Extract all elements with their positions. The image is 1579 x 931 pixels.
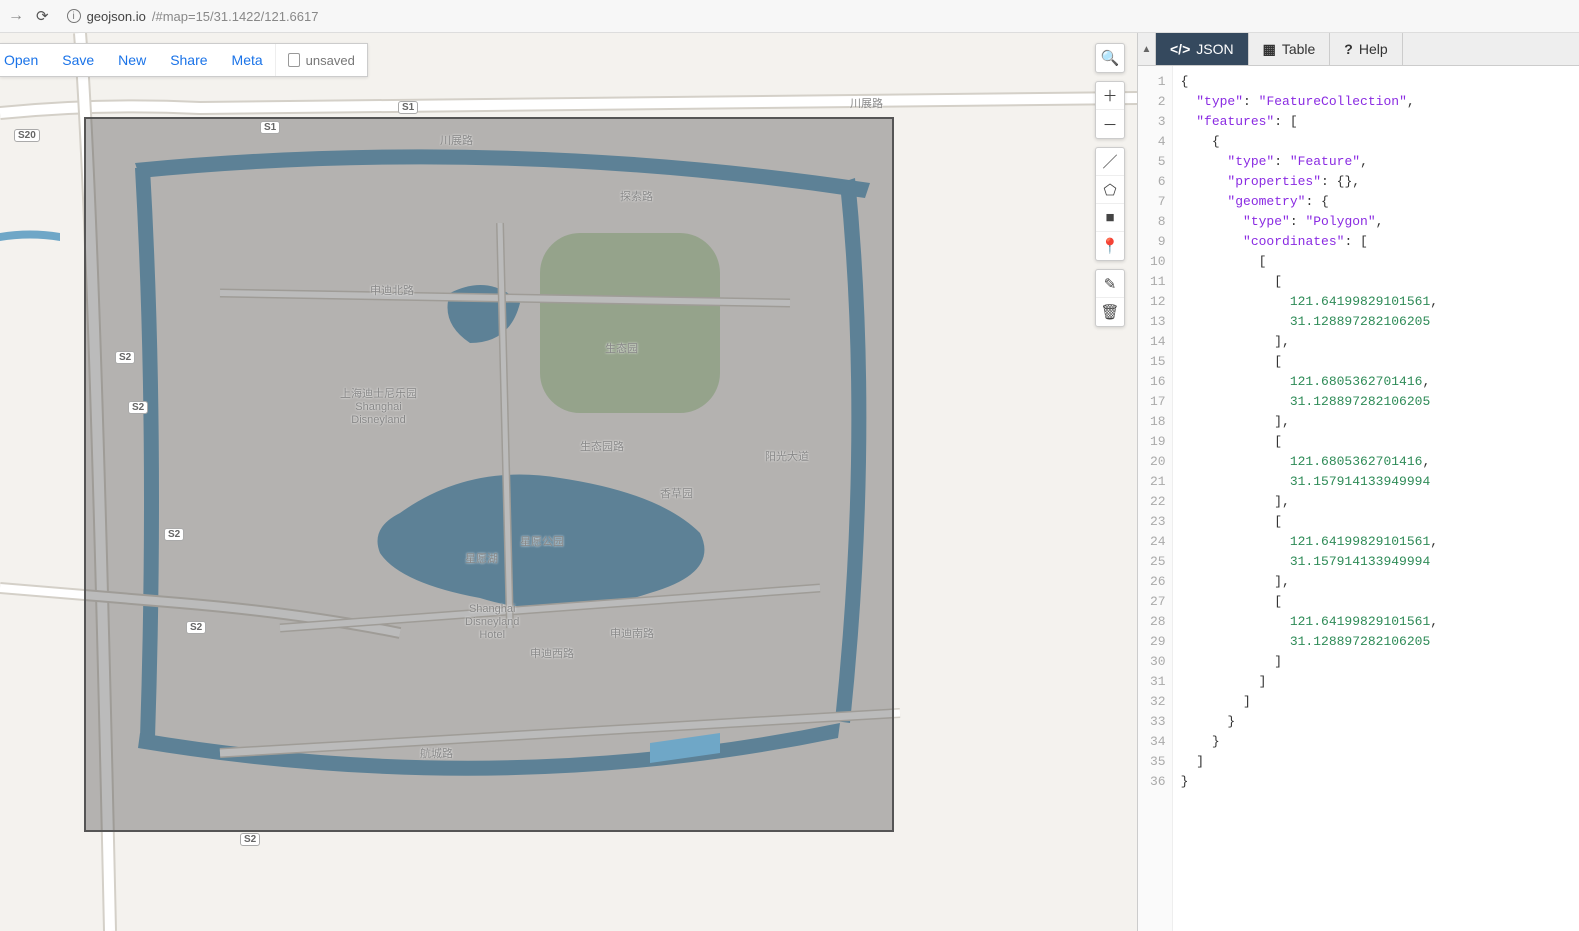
- draw-line-icon[interactable]: ／: [1096, 148, 1124, 176]
- route-badge-s2c: S2: [164, 528, 184, 541]
- forward-icon[interactable]: →: [8, 7, 26, 25]
- zoom-out-icon[interactable]: －: [1096, 110, 1124, 138]
- help-icon: ?: [1344, 41, 1353, 57]
- draw-polygon-icon[interactable]: ⬠: [1096, 176, 1124, 204]
- label-xingyuan: 星愿公园: [520, 536, 564, 549]
- menu-meta[interactable]: Meta: [220, 52, 275, 68]
- label-yangguang: 阳光大道: [765, 451, 809, 464]
- collapse-icon[interactable]: ▲: [1138, 33, 1156, 65]
- label-xiangcao: 香草园: [660, 488, 693, 501]
- route-badge-s2d: S2: [186, 621, 206, 634]
- delete-icon[interactable]: 🗑: [1096, 298, 1124, 326]
- route-badge-s1b: S1: [260, 121, 280, 134]
- route-badge-s2b: S2: [128, 401, 148, 414]
- label-xingyuanhu: 星愿湖: [465, 553, 498, 566]
- label-shendi-s: 申迪南路: [610, 628, 654, 641]
- label-shendi-n: 申迪北路: [370, 285, 414, 298]
- url-hash: /#map=15/31.1422/121.6617: [152, 9, 319, 24]
- menu-open[interactable]: Open: [0, 52, 50, 68]
- side-pane: ▲ </> JSON ▦ Table ? Help 12345678910111…: [1137, 33, 1579, 931]
- zoom-control: ＋ －: [1095, 81, 1125, 139]
- browser-toolbar: → ⟳ i geojson.io /#map=15/31.1422/121.661…: [0, 0, 1579, 33]
- tab-json[interactable]: </> JSON: [1156, 33, 1249, 65]
- draw-tools: ／ ⬠ ■ 📍: [1095, 147, 1125, 261]
- route-badge-s2a: S2: [115, 351, 135, 364]
- menu-bar: Open Save New Share Meta unsaved: [0, 43, 368, 77]
- menu-new[interactable]: New: [106, 52, 158, 68]
- tab-table[interactable]: ▦ Table: [1249, 33, 1331, 65]
- label-tansuo: 探索路: [620, 191, 653, 204]
- label-shendi-w: 申迪西路: [530, 648, 574, 661]
- file-status: unsaved: [306, 53, 355, 68]
- file-icon: [288, 53, 300, 67]
- editor-gutter: 1234567891011121314151617181920212223242…: [1138, 66, 1173, 931]
- editor-code[interactable]: { "type": "FeatureCollection", "features…: [1173, 66, 1579, 931]
- zoom-in-icon[interactable]: ＋: [1096, 82, 1124, 110]
- tab-help[interactable]: ? Help: [1330, 33, 1402, 65]
- code-icon: </>: [1170, 41, 1190, 57]
- url-host: geojson.io: [87, 9, 146, 24]
- reload-icon[interactable]: ⟳: [36, 7, 49, 25]
- label-chuanzhan2: 川展路: [440, 135, 473, 148]
- side-tabs: ▲ </> JSON ▦ Table ? Help: [1138, 33, 1579, 66]
- label-disneyland: 上海迪士尼乐园 Shanghai Disneyland: [340, 388, 417, 428]
- draw-rectangle-icon[interactable]: ■: [1096, 204, 1124, 232]
- label-shengtaiyuan: 生态园路: [580, 441, 624, 454]
- edit-icon[interactable]: ✎: [1096, 270, 1124, 298]
- menu-share[interactable]: Share: [158, 52, 219, 68]
- route-badge-s20: S20: [14, 129, 40, 142]
- menu-save[interactable]: Save: [50, 52, 106, 68]
- label-hotel: Shanghai Disneyland Hotel: [465, 603, 519, 643]
- address-bar[interactable]: i geojson.io /#map=15/31.1422/121.6617: [59, 5, 1571, 28]
- label-ecopark: 生态园: [605, 343, 638, 356]
- map-pane[interactable]: Open Save New Share Meta unsaved: [0, 33, 1137, 931]
- info-icon[interactable]: i: [67, 9, 81, 23]
- map-canvas[interactable]: [0, 33, 1137, 931]
- route-badge-s2e: S2: [240, 833, 260, 846]
- draw-marker-icon[interactable]: 📍: [1096, 232, 1124, 260]
- search-icon[interactable]: 🔍: [1096, 44, 1124, 72]
- route-badge-s1: S1: [398, 101, 418, 114]
- label-chuanzhan: 川展路: [850, 98, 883, 111]
- label-hangcheng: 航城路: [420, 748, 453, 761]
- json-editor[interactable]: 1234567891011121314151617181920212223242…: [1138, 66, 1579, 931]
- table-icon: ▦: [1263, 41, 1276, 58]
- file-indicator: unsaved: [275, 44, 367, 76]
- search-control: 🔍: [1095, 43, 1125, 73]
- edit-tools: ✎ 🗑: [1095, 269, 1125, 327]
